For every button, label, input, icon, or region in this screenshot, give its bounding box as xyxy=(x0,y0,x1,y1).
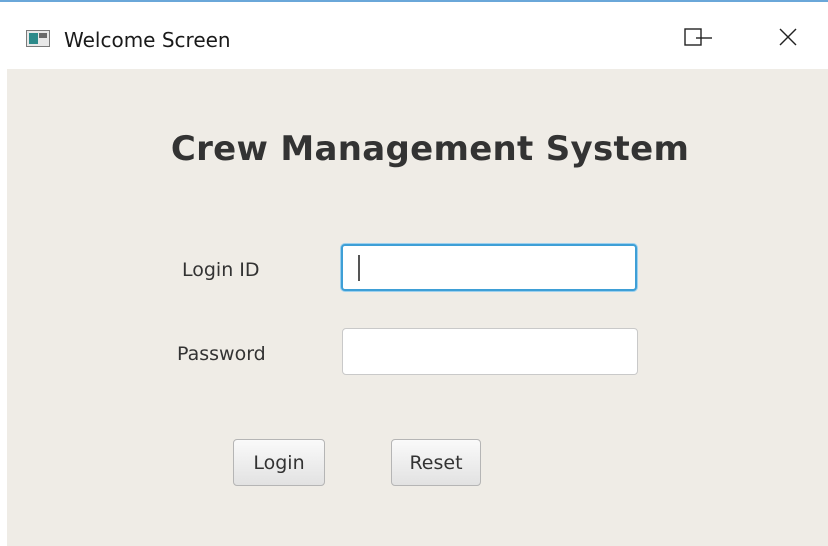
close-icon[interactable] xyxy=(779,28,797,46)
login-button[interactable]: Login xyxy=(233,439,325,486)
app-window-icon xyxy=(26,30,50,47)
maximize-icon[interactable] xyxy=(684,28,702,46)
reset-button[interactable]: Reset xyxy=(391,439,481,486)
password-label: Password xyxy=(177,343,266,365)
title-bar[interactable]: Welcome Screen xyxy=(0,2,828,69)
welcome-window: Welcome Screen Crew Management System Lo… xyxy=(0,0,828,546)
form-panel: Crew Management System Login ID Password… xyxy=(7,69,828,546)
text-caret xyxy=(358,255,360,281)
login-id-field[interactable] xyxy=(341,244,637,291)
window-title: Welcome Screen xyxy=(64,28,231,52)
password-field[interactable] xyxy=(342,328,638,375)
page-title: Crew Management System xyxy=(170,129,690,169)
login-id-label: Login ID xyxy=(182,259,260,281)
